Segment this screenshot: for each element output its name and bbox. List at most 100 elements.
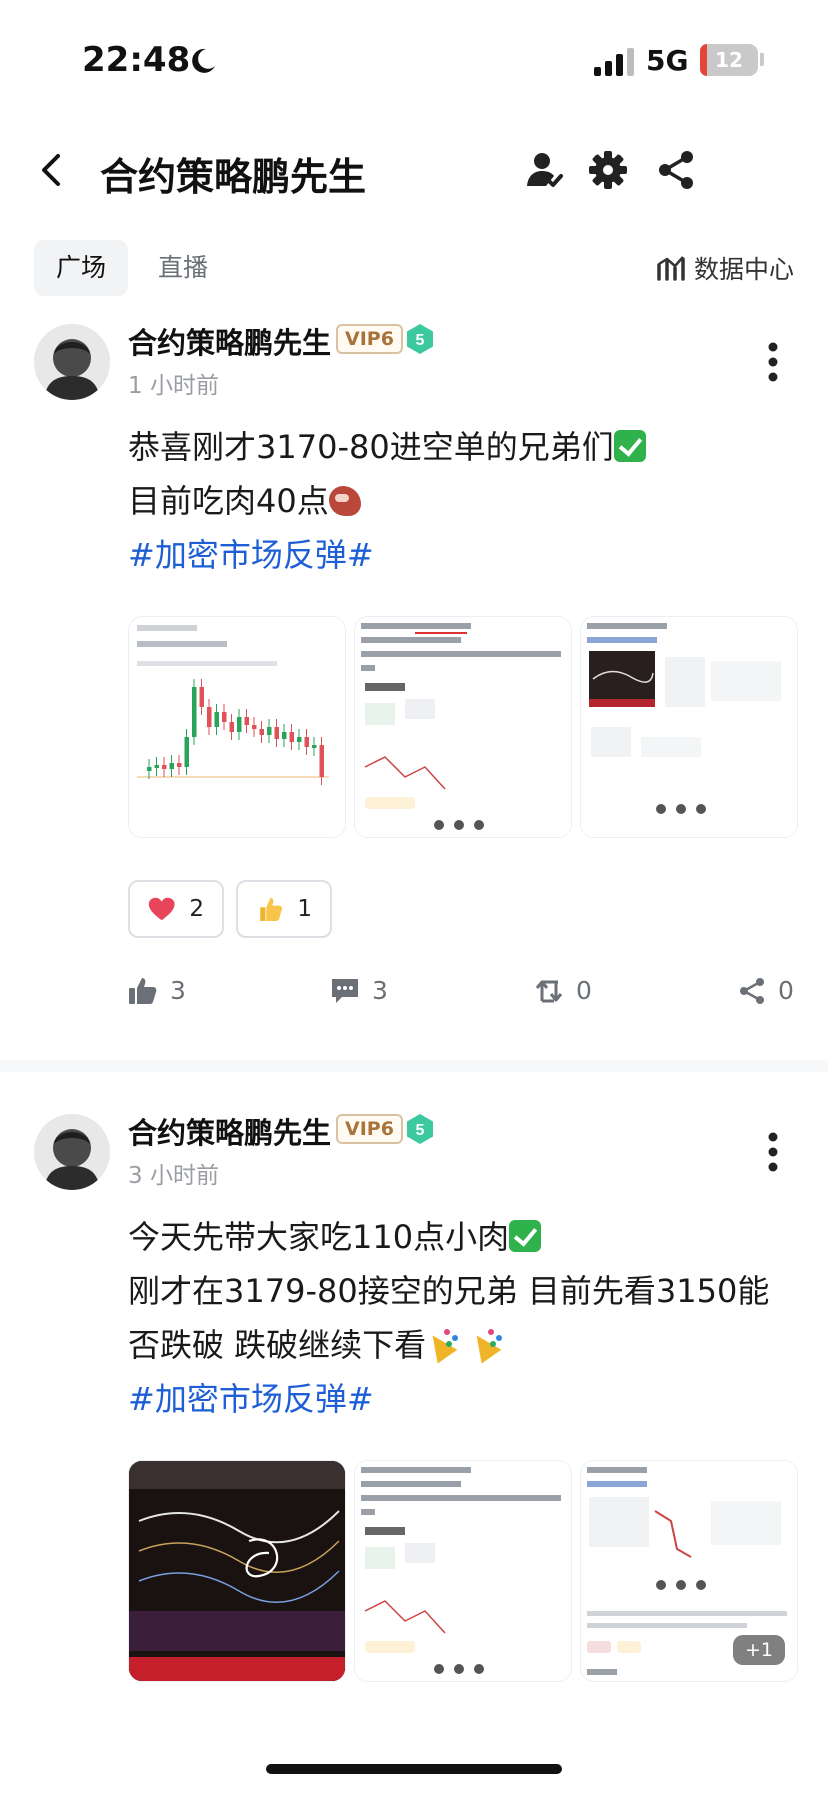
comment-icon	[332, 978, 358, 1003]
candle-body	[289, 732, 294, 742]
avatar-portrait	[34, 324, 110, 400]
post-text: 刚才在3179-80接空的兄弟 目前先看3150能	[128, 1272, 770, 1310]
post-image-eth-chart[interactable]	[128, 616, 346, 838]
like-count: 3	[170, 976, 186, 1005]
share-count: 0	[778, 976, 794, 1005]
data-chart-icon	[657, 256, 685, 281]
text-screenshot-thumbnail	[355, 617, 571, 837]
post-divider	[0, 1060, 828, 1072]
author-name[interactable]: 合约策略鹏先生	[128, 320, 331, 362]
battery-cap	[760, 53, 764, 66]
repost-icon	[535, 980, 563, 1002]
candle-body	[154, 765, 159, 768]
share-post-button[interactable]: 0	[738, 976, 794, 1005]
post-image-screenshot[interactable]: +1	[580, 1460, 798, 1682]
post-image-screenshot[interactable]	[354, 1460, 572, 1682]
post-text: 恭喜刚才3170-80进空单的兄弟们	[128, 428, 614, 466]
candle-body	[312, 745, 317, 748]
candle-body	[214, 712, 219, 727]
thumb-like-icon	[129, 977, 157, 1004]
post-time: 3 小时前	[128, 1163, 219, 1189]
level-badge-icon: 5	[407, 1114, 433, 1144]
party-popper-emoji-icon	[470, 1327, 504, 1361]
post-text-line: 恭喜刚才3170-80进空单的兄弟们	[128, 422, 646, 468]
status-time: 22:48	[82, 40, 191, 80]
comment-count: 3	[372, 976, 388, 1005]
reaction-count: 2	[189, 896, 204, 922]
candle-body	[222, 712, 227, 722]
comment-button[interactable]: 3	[330, 976, 388, 1005]
candle-body	[229, 722, 234, 732]
post-image-video-frame[interactable]	[128, 1460, 346, 1682]
candle-body	[184, 737, 189, 767]
post-text-line: 否跌破 跌破继续下看	[128, 1320, 504, 1366]
battery-percent: 12	[715, 48, 743, 72]
post-text-line: 刚才在3179-80接空的兄弟 目前先看3150能	[128, 1266, 769, 1312]
reaction-count: 1	[297, 896, 312, 922]
cellular-signal-icon	[594, 48, 634, 76]
avatar[interactable]	[34, 1114, 110, 1190]
check-mark-emoji-icon	[613, 430, 646, 462]
settings-gear-icon[interactable]	[586, 148, 630, 192]
data-center-label: 数据中心	[693, 255, 794, 284]
candle-body	[169, 763, 174, 769]
post-image-grid: +1	[128, 1460, 798, 1682]
network-type: 5G	[646, 44, 689, 77]
candle-body	[267, 727, 272, 735]
meat-emoji-icon	[328, 486, 361, 516]
level-number: 5	[416, 1122, 425, 1139]
post-text-line: 目前吃肉40点	[128, 476, 361, 522]
page-title: 合约策略鹏先生	[100, 155, 367, 199]
like-button[interactable]: 3	[128, 976, 186, 1005]
candle-body	[319, 745, 324, 777]
candle-body	[297, 737, 302, 742]
vip-badge: VIP6	[336, 1114, 403, 1144]
tab-plaza[interactable]: 广场	[34, 240, 129, 296]
post-time: 1 小时前	[128, 373, 219, 399]
candle-body	[199, 687, 204, 707]
share-icon	[740, 977, 764, 1004]
hashtag-link[interactable]: #加密市场反弹#	[128, 530, 374, 576]
candle-body	[162, 765, 167, 769]
hashtag-link[interactable]: #加密市场反弹#	[128, 1374, 374, 1420]
candle-body	[147, 767, 152, 771]
back-arrow-icon[interactable]	[34, 150, 70, 190]
author-name[interactable]: 合约策略鹏先生	[128, 1110, 331, 1152]
more-options-icon[interactable]	[766, 1132, 780, 1172]
data-center-link[interactable]: 数据中心	[656, 250, 794, 286]
candle-body	[282, 732, 287, 739]
party-popper-emoji-icon	[426, 1327, 460, 1361]
heart-icon	[148, 897, 175, 921]
battery-icon: 12	[700, 44, 758, 76]
home-indicator	[266, 1764, 562, 1774]
check-mark-emoji-icon	[509, 1220, 542, 1252]
candle-body	[207, 707, 212, 727]
more-options-icon[interactable]	[766, 342, 780, 382]
avatar-portrait	[34, 1114, 110, 1190]
share-icon[interactable]	[654, 148, 698, 192]
reaction-thumbs-up-button[interactable]: 1	[236, 880, 332, 938]
candle-body	[304, 737, 309, 747]
tab-live[interactable]: 直播	[136, 240, 230, 296]
candle-body	[192, 687, 197, 737]
thumbs-up-emoji-icon	[260, 897, 282, 921]
repost-count: 0	[576, 976, 592, 1005]
top-nav-bar: 合约策略鹏先生	[0, 130, 828, 210]
post-text-line: 今天先带大家吃110点小肉	[128, 1212, 542, 1258]
post-image-screenshot[interactable]	[580, 616, 798, 838]
candle-body	[177, 763, 182, 767]
level-number: 5	[416, 332, 425, 349]
avatar[interactable]	[34, 324, 110, 400]
repost-button[interactable]: 0	[534, 976, 592, 1005]
text-screenshot-thumbnail	[581, 617, 797, 837]
follow-user-icon[interactable]	[522, 148, 566, 192]
candle-body	[237, 717, 242, 732]
moon-icon	[192, 48, 215, 73]
candlestick-chart-thumbnail	[129, 617, 345, 837]
candle-body	[259, 729, 264, 735]
post-image-screenshot[interactable]	[354, 616, 572, 838]
reaction-heart-button[interactable]: 2	[128, 880, 224, 938]
candle-body	[252, 725, 257, 729]
battery-level-fill	[700, 44, 707, 76]
more-images-count[interactable]: +1	[732, 1635, 785, 1665]
